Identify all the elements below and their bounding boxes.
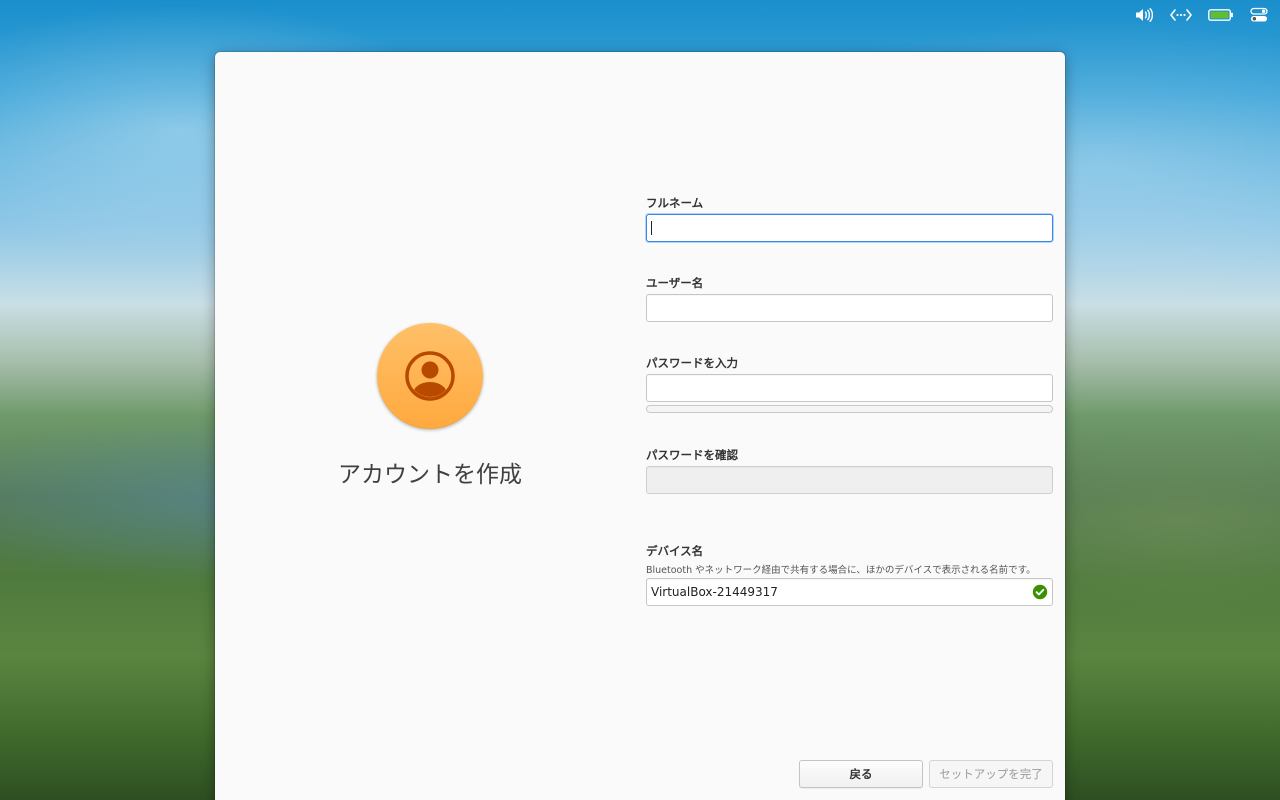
page-title: アカウントを作成 <box>338 462 522 488</box>
device-name-label: デバイス名 <box>646 544 704 558</box>
password-confirm-input[interactable] <box>646 466 1053 494</box>
username-label: ユーザー名 <box>646 276 704 290</box>
installer-window: アカウントを作成 フルネーム ユーザー名 パスワードを入力 パスワードを確認 デ… <box>215 52 1065 800</box>
volume-icon[interactable] <box>1134 4 1154 26</box>
finish-setup-button[interactable]: セットアップを完了 <box>929 760 1053 788</box>
left-pane: アカウントを作成 <box>215 52 645 800</box>
check-icon <box>1032 584 1048 600</box>
password-confirm-label: パスワードを確認 <box>646 448 738 462</box>
account-form: フルネーム ユーザー名 パスワードを入力 パスワードを確認 デバイス名 Blue… <box>646 52 1053 800</box>
full-name-input[interactable] <box>646 214 1053 242</box>
full-name-label: フルネーム <box>646 196 704 210</box>
password-input[interactable] <box>646 374 1053 402</box>
back-button[interactable]: 戻る <box>799 760 923 788</box>
password-label: パスワードを入力 <box>646 356 738 370</box>
device-name-hint: Bluetooth やネットワーク経由で共有する場合に、ほかのデバイスで表示され… <box>646 565 1036 576</box>
desktop-background: アカウントを作成 フルネーム ユーザー名 パスワードを入力 パスワードを確認 デ… <box>0 0 1280 800</box>
device-name-value: VirtualBox-21449317 <box>651 585 778 599</box>
control-center-icon[interactable] <box>1250 4 1268 26</box>
user-icon <box>405 351 455 401</box>
battery-icon[interactable] <box>1208 4 1234 26</box>
top-panel-indicators <box>1134 0 1280 30</box>
text-caret <box>651 221 652 235</box>
password-strength-bar <box>646 405 1053 413</box>
username-input[interactable] <box>646 294 1053 322</box>
device-name-input[interactable]: VirtualBox-21449317 <box>646 578 1053 606</box>
network-icon[interactable] <box>1170 4 1192 26</box>
avatar <box>377 323 483 429</box>
